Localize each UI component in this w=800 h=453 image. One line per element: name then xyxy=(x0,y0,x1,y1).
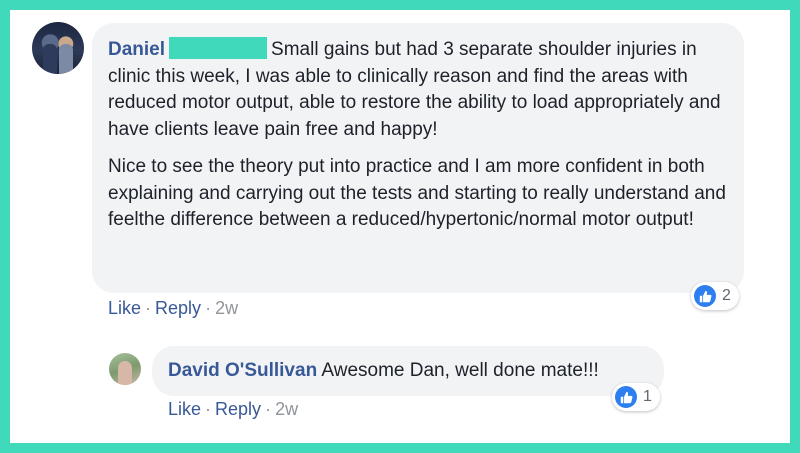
separator-dot: · xyxy=(205,399,212,419)
separator-dot: · xyxy=(265,399,272,419)
comment-paragraph-text: Nice to see the theory put into practice… xyxy=(108,156,726,230)
avatar[interactable] xyxy=(32,22,84,74)
like-link[interactable]: Like xyxy=(168,399,201,419)
reply-avatar[interactable] xyxy=(109,353,141,385)
comment-body: Daniel Small gains but had 3 separate sho… xyxy=(108,37,738,245)
like-link[interactable]: Like xyxy=(108,298,141,318)
reply-link[interactable]: Reply xyxy=(155,298,201,318)
redacted-name-block xyxy=(169,37,268,59)
comment-thread: Daniel Small gains but had 3 separate sho… xyxy=(10,10,790,443)
comment-actions: Like · Reply · 2w xyxy=(108,298,238,319)
separator-dot: · xyxy=(145,298,152,318)
reply-link[interactable]: Reply xyxy=(215,399,261,419)
reply-author-link[interactable]: David O'Sullivan xyxy=(168,360,317,381)
reply-timestamp[interactable]: 2w xyxy=(275,399,298,419)
separator-dot: · xyxy=(205,298,212,318)
reply-actions: Like · Reply · 2w xyxy=(168,399,298,420)
reaction-count-badge[interactable]: 2 xyxy=(691,282,739,310)
comment-paragraph: Nice to see the theory put into practice… xyxy=(108,154,738,234)
reply-body: David O'Sullivan Awesome Dan, well done … xyxy=(168,358,658,384)
comment-author-link[interactable]: Daniel xyxy=(108,39,165,60)
avatar-figure xyxy=(118,361,132,385)
reaction-count: 1 xyxy=(643,388,652,405)
comment-paragraph: Daniel Small gains but had 3 separate sho… xyxy=(108,37,738,143)
reply-bubble: David O'Sullivan Awesome Dan, well done … xyxy=(152,346,664,396)
avatar-figure xyxy=(59,44,73,74)
comment-bubble: Daniel Small gains but had 3 separate sho… xyxy=(92,23,744,293)
avatar-figure xyxy=(43,44,57,74)
reply-text: Awesome Dan, well done mate!!! xyxy=(321,360,599,381)
thumbs-up-icon xyxy=(694,285,716,307)
reply-reaction-count-badge[interactable]: 1 xyxy=(612,383,660,411)
comment-timestamp[interactable]: 2w xyxy=(215,298,238,318)
reaction-count: 2 xyxy=(722,287,731,304)
thumbs-up-icon xyxy=(615,386,637,408)
